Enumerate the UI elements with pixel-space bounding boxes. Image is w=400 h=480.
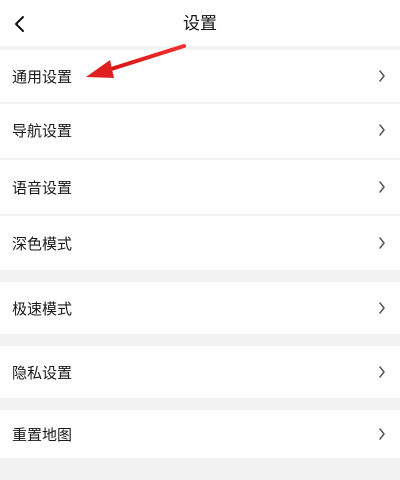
menu-item-label: 隐私设置 [12,363,73,382]
menu-item-general-settings[interactable]: 通用设置 [0,50,400,102]
chevron-right-icon [378,181,386,193]
chevron-right-icon [378,124,386,136]
chevron-left-icon [15,16,24,32]
section-divider [0,334,400,346]
chevron-right-icon [378,237,386,249]
menu-item-reset-map[interactable]: 重置地图 [0,410,400,458]
menu-item-speed-mode[interactable]: 极速模式 [0,282,400,334]
menu-item-label: 极速模式 [12,299,73,318]
page-title: 设置 [183,14,217,34]
section-divider [0,398,400,410]
menu-item-dark-mode[interactable]: 深色模式 [0,216,400,270]
chevron-right-icon [378,428,386,440]
header-bar: 设置 [0,0,400,48]
section-divider [0,270,400,282]
chevron-right-icon [378,70,386,82]
menu-item-label: 重置地图 [12,425,73,444]
bottom-spacer [0,458,400,480]
back-button[interactable] [0,0,40,48]
menu-item-label: 深色模式 [12,234,73,253]
menu-item-label: 通用设置 [12,67,73,86]
menu-item-label: 语音设置 [12,178,73,197]
menu-item-privacy-settings[interactable]: 隐私设置 [0,346,400,398]
chevron-right-icon [378,366,386,378]
menu-item-label: 导航设置 [12,121,73,140]
settings-screen: 设置 通用设置 导航设置 语音设置 深色模式 极速模式 隐私设置 重置地图 [0,0,400,480]
menu-item-navigation-settings[interactable]: 导航设置 [0,104,400,156]
chevron-right-icon [378,302,386,314]
menu-item-voice-settings[interactable]: 语音设置 [0,160,400,214]
